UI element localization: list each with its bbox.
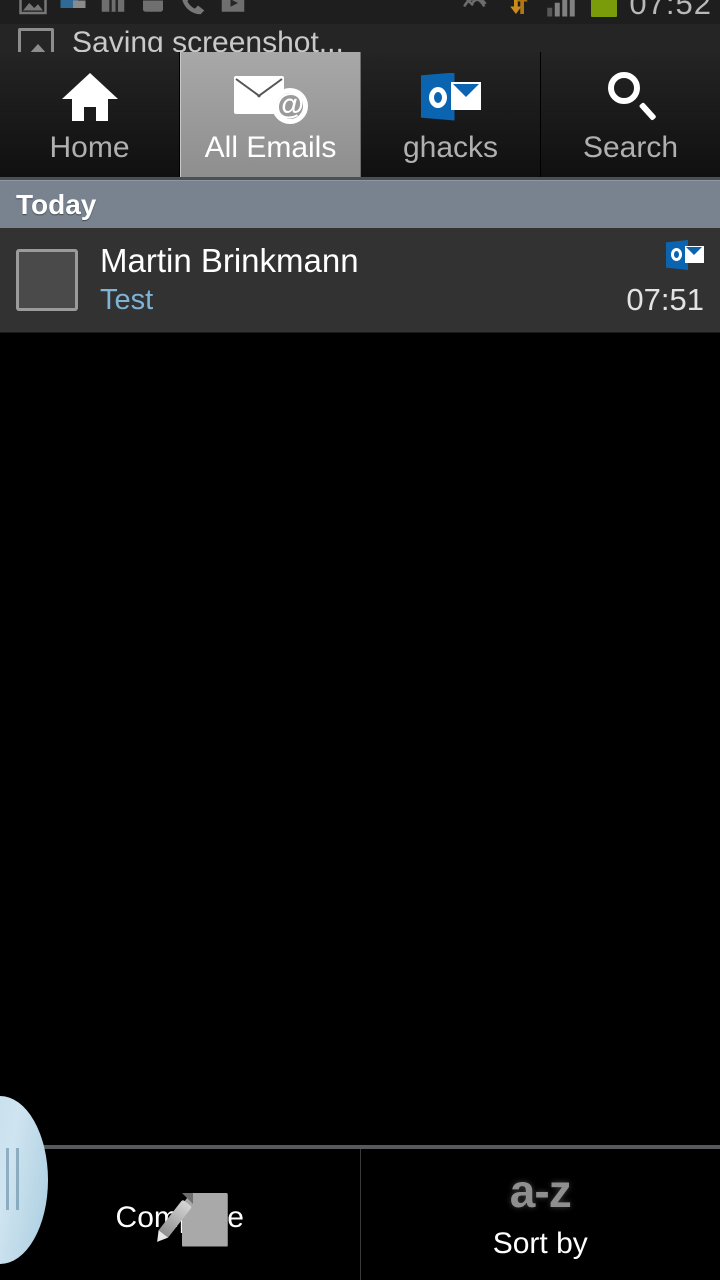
status-bar-clock: 07:52 <box>629 0 712 21</box>
message-icon <box>60 0 86 8</box>
email-timestamp: 07:51 <box>626 282 704 317</box>
email-sender: Martin Brinkmann <box>100 242 359 280</box>
date-group-label: Today <box>16 188 97 220</box>
email-list-empty-area <box>0 334 720 1145</box>
tab-all-emails[interactable]: @ All Emails <box>180 52 361 177</box>
email-list-item[interactable]: Martin Brinkmann Test 07:51 <box>0 228 720 333</box>
tab-bar: Home @ All Emails ghacks Search <box>0 52 720 180</box>
tab-search[interactable]: Search <box>541 52 720 177</box>
tab-home[interactable]: Home <box>0 52 180 177</box>
outlook-account-badge-icon <box>666 240 704 270</box>
search-icon <box>604 69 658 125</box>
tab-all-emails-label: All Emails <box>204 130 337 164</box>
sim-card-icon <box>101 0 125 12</box>
envelope-at-icon: @ <box>233 69 308 125</box>
email-meta-block: 07:51 <box>626 228 704 332</box>
date-group-header: Today <box>0 180 720 228</box>
status-bar-left-icons <box>18 0 248 18</box>
outlook-logo-icon <box>420 69 481 125</box>
email-text-block: Martin Brinkmann Test <box>100 242 626 317</box>
signal-bars-icon <box>547 0 576 17</box>
tab-home-label: Home <box>49 130 130 164</box>
notification-shade-item[interactable]: Saving screenshot... <box>0 24 720 52</box>
home-icon <box>61 69 118 125</box>
bottom-action-bar: Compose a-z Sort by <box>0 1145 720 1280</box>
tab-search-label: Search <box>582 130 679 164</box>
gallery-icon <box>19 0 47 15</box>
sort-by-button[interactable]: a-z Sort by <box>361 1149 720 1280</box>
status-bar-right-icons: 07:52 <box>461 0 712 22</box>
email-subject: Test <box>100 283 154 316</box>
email-list: Martin Brinkmann Test 07:51 <box>0 228 720 333</box>
compose-button[interactable]: Compose <box>0 1149 361 1280</box>
notification-text: Saving screenshot... <box>72 26 344 52</box>
avatar <box>16 249 78 311</box>
tab-ghacks[interactable]: ghacks <box>361 52 541 177</box>
tab-ghacks-label: ghacks <box>402 130 499 164</box>
android-icon <box>143 0 163 12</box>
sync-icon <box>510 0 529 14</box>
call-icon <box>182 0 205 15</box>
sort-by-button-label: Sort by <box>492 1226 588 1260</box>
screenshot-image-icon <box>18 28 54 52</box>
mute-icon <box>463 0 487 8</box>
email-app-screen: 07:52 Saving screenshot... Home @ All Em… <box>0 0 720 1280</box>
status-bar: 07:52 <box>0 0 720 24</box>
battery-icon <box>591 0 618 17</box>
a-z-icon: a-z <box>509 1164 572 1217</box>
video-icon <box>221 0 245 12</box>
